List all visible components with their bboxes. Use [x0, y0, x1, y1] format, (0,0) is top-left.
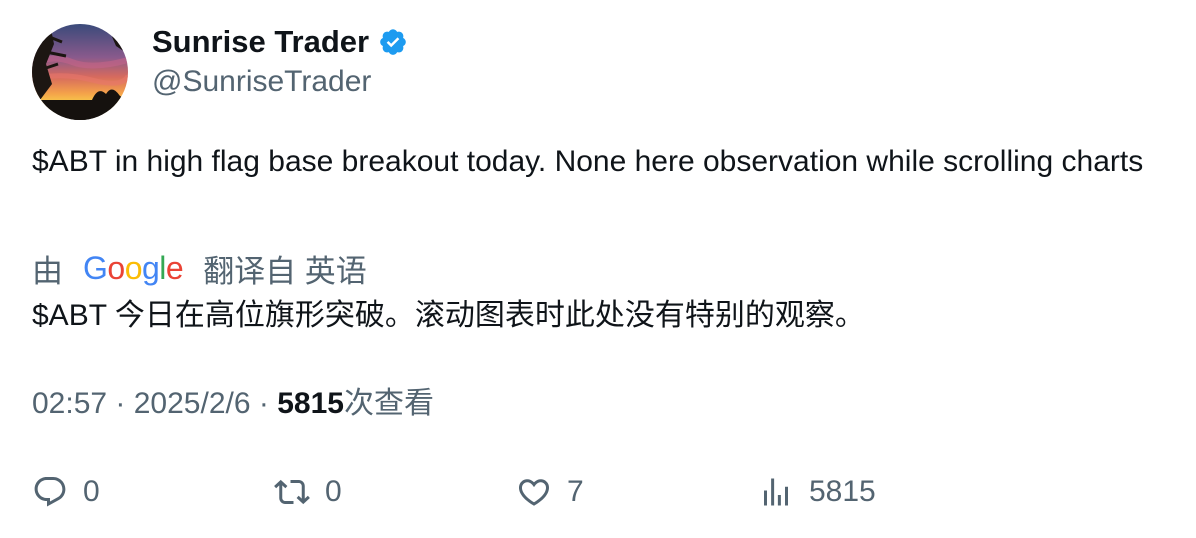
retweet-count: 0 [325, 475, 342, 508]
google-logo[interactable]: Google [83, 250, 184, 287]
tweet-time[interactable]: 02:57 [32, 387, 107, 420]
heart-icon [518, 479, 550, 506]
views-label: 次查看 [343, 387, 434, 420]
like-count: 7 [567, 475, 584, 508]
retweet-button[interactable]: 0 [274, 470, 342, 514]
translation-prefix: 由 [32, 253, 63, 289]
translated-text: $ABT 今日在高位旗形突破。滚动图表时此处没有特别的观察。 [32, 299, 865, 332]
reply-button[interactable]: 0 [32, 470, 100, 514]
verified-badge-icon[interactable] [378, 27, 408, 57]
author-display-name[interactable]: Sunrise Trader [152, 22, 408, 62]
like-button[interactable]: 7 [516, 470, 584, 514]
reply-count: 0 [83, 475, 100, 508]
views-chart-icon [764, 478, 788, 506]
avatar-sunset-image [32, 24, 128, 120]
display-name-text: Sunrise Trader [152, 24, 370, 59]
retweet-icon [274, 479, 310, 505]
meta-separator: · [258, 387, 278, 420]
reply-icon [34, 477, 66, 507]
meta-separator: · [115, 387, 134, 420]
author-handle[interactable]: @SunriseTrader [152, 62, 371, 102]
translation-attribution: 由 Google 翻译自 英语 [32, 246, 367, 290]
views-count: 5815 [277, 387, 344, 420]
views-button[interactable]: 5815 [758, 470, 876, 514]
views-action-count: 5815 [809, 475, 876, 508]
translation-suffix: 翻译自 英语 [203, 253, 367, 289]
tweet-meta: 02:57 · 2025/2/6 · 5815次查看 [32, 384, 434, 424]
avatar[interactable] [32, 24, 128, 120]
tweet-text: $ABT in high flag base breakout today. N… [32, 145, 1144, 178]
tweet-date[interactable]: 2025/2/6 [134, 387, 251, 420]
